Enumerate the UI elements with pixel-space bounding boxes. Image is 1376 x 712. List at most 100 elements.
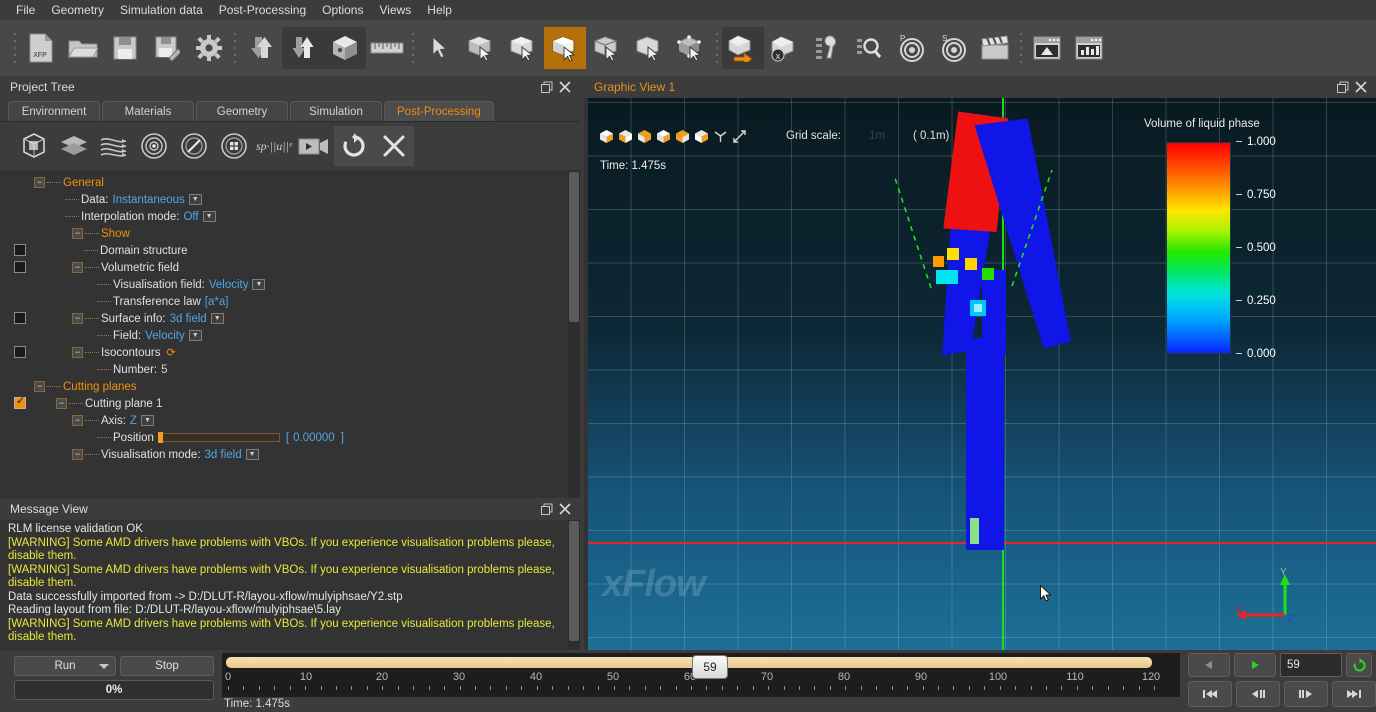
select-edge-cube-icon[interactable] xyxy=(502,27,544,69)
vortex-rings-icon[interactable] xyxy=(134,126,174,166)
tree-node-surface-info[interactable]: − Surface info: 3d field ▼ xyxy=(0,310,580,327)
playback-last-frame-button[interactable] xyxy=(1332,681,1376,707)
close-icon[interactable] xyxy=(556,78,574,96)
tree-node-value[interactable]: 5 xyxy=(161,364,167,376)
import-down-arrow-icon[interactable] xyxy=(240,27,282,69)
chevron-down-icon[interactable]: ▼ xyxy=(188,194,202,205)
chevron-down-icon[interactable]: ▼ xyxy=(245,449,259,460)
tree-node-value[interactable]: Instantaneous xyxy=(113,194,185,206)
tree-node-value[interactable]: Velocity xyxy=(209,279,249,291)
chevron-down-icon[interactable]: ▼ xyxy=(252,279,266,290)
geometry-cube-icon[interactable] xyxy=(324,27,366,69)
streamlines-icon[interactable] xyxy=(94,126,134,166)
message-view-log[interactable]: RLM license validation OK [WARNING] Some… xyxy=(0,520,580,650)
select-volume-cube-icon[interactable] xyxy=(586,27,628,69)
timeline[interactable]: 0 10 20 30 40 50 60 70 80 90 100 110 120… xyxy=(222,653,1180,697)
scrollbar-thumb[interactable] xyxy=(569,521,579,641)
select-body-cube-icon[interactable] xyxy=(544,27,586,69)
run-mode-select[interactable]: Run xyxy=(14,656,116,676)
tree-node-visualisation-mode[interactable]: − Visualisation mode: 3d field ▼ xyxy=(0,446,580,463)
checkbox-surface-info[interactable] xyxy=(14,312,26,324)
playback-prev-button[interactable] xyxy=(1188,653,1230,677)
menu-item-geometry[interactable]: Geometry xyxy=(43,1,112,19)
tree-node-cutting-plane-1[interactable]: − Cutting plane 1 xyxy=(0,395,580,412)
primary-target-icon[interactable]: P xyxy=(890,27,932,69)
tree-node-data[interactable]: Data: Instantaneous ▼ xyxy=(0,191,580,208)
view-front-icon[interactable] xyxy=(617,128,633,144)
volume-render-icon[interactable] xyxy=(214,126,254,166)
new-project-xfp-icon[interactable]: XFP xyxy=(20,27,62,69)
tree-node-general[interactable]: − General xyxy=(0,174,580,191)
expander-icon[interactable]: − xyxy=(56,398,67,409)
expander-icon[interactable]: − xyxy=(72,347,83,358)
expander-icon[interactable]: − xyxy=(72,415,83,426)
position-slider[interactable] xyxy=(157,432,280,443)
menu-item-file[interactable]: File xyxy=(8,1,43,19)
view-top-icon[interactable] xyxy=(655,128,671,144)
restore-icon[interactable] xyxy=(538,500,556,518)
expander-icon[interactable]: − xyxy=(72,449,83,460)
save-as-floppy-icon[interactable] xyxy=(146,27,188,69)
settings-gear-icon[interactable] xyxy=(188,27,230,69)
chevron-down-icon[interactable]: ▼ xyxy=(188,330,202,341)
playback-first-frame-button[interactable] xyxy=(1188,681,1232,707)
message-view-scrollbar[interactable] xyxy=(568,520,580,650)
view-bottom-icon[interactable] xyxy=(674,128,690,144)
secondary-target-icon[interactable]: S xyxy=(932,27,974,69)
chevron-down-icon[interactable] xyxy=(99,664,109,669)
tab-environment[interactable]: Environment xyxy=(8,101,100,121)
open-folder-icon[interactable] xyxy=(62,27,104,69)
menu-item-simulation-data[interactable]: Simulation data xyxy=(112,1,211,19)
view-fit-icon[interactable] xyxy=(731,128,747,144)
tab-geometry[interactable]: Geometry xyxy=(196,101,288,121)
tree-node-show[interactable]: − Show xyxy=(0,225,580,242)
tree-node-value[interactable]: Velocity xyxy=(145,330,185,342)
tree-node-value[interactable]: Off xyxy=(183,211,198,223)
stop-button[interactable]: Stop xyxy=(120,656,214,676)
no-display-icon[interactable] xyxy=(174,126,214,166)
tree-node-isocontours[interactable]: − Isocontours ⟳ xyxy=(0,344,580,361)
close-x-icon[interactable] xyxy=(374,126,414,166)
tab-post-processing[interactable]: Post-Processing xyxy=(384,101,494,121)
expander-icon[interactable]: − xyxy=(72,228,83,239)
isocontours-refresh-icon[interactable]: ⟳ xyxy=(166,346,175,359)
tools-wrench-icon[interactable] xyxy=(806,27,848,69)
menu-item-views[interactable]: Views xyxy=(371,1,419,19)
plot-view-window-icon[interactable] xyxy=(1068,27,1110,69)
chevron-down-icon[interactable]: ▼ xyxy=(140,415,154,426)
slider-knob[interactable] xyxy=(157,432,163,443)
menu-item-help[interactable]: Help xyxy=(419,1,460,19)
tree-node-value[interactable]: Z xyxy=(130,415,137,427)
viewport-3d[interactable]: Grid scale: 1m ( 0.1m) Time: 1.475s Volume… xyxy=(588,98,1376,650)
checkbox-domain-structure[interactable] xyxy=(14,244,26,256)
loop-icon[interactable] xyxy=(1346,653,1372,677)
close-icon[interactable] xyxy=(556,500,574,518)
menu-item-post-processing[interactable]: Post-Processing xyxy=(211,1,314,19)
delete-geometry-icon[interactable]: x xyxy=(764,27,806,69)
menu-item-options[interactable]: Options xyxy=(314,1,371,19)
save-floppy-icon[interactable] xyxy=(104,27,146,69)
close-icon[interactable] xyxy=(1352,78,1370,96)
zoom-inspect-icon[interactable] xyxy=(848,27,890,69)
tree-node-volumetric-field[interactable]: − Volumetric field xyxy=(0,259,580,276)
tree-node-value[interactable]: 3d field xyxy=(205,449,242,461)
position-value[interactable]: 0.00000 xyxy=(293,432,335,444)
expander-icon[interactable]: − xyxy=(34,381,45,392)
tree-node-position[interactable]: Position [ 0.00000 ] xyxy=(0,429,580,446)
sp-norm-u-icon[interactable]: sp·||u||ᵉ xyxy=(254,126,294,166)
view-back-icon[interactable] xyxy=(693,128,709,144)
tree-node-axis[interactable]: − Axis: Z ▼ xyxy=(0,412,580,429)
checkbox-isocontours[interactable] xyxy=(14,346,26,358)
scrollbar-thumb[interactable] xyxy=(569,172,579,322)
select-solid-cube-icon[interactable] xyxy=(628,27,670,69)
restore-icon[interactable] xyxy=(1334,78,1352,96)
tree-node-cutting-planes[interactable]: − Cutting planes xyxy=(0,378,580,395)
movie-clapper-icon[interactable] xyxy=(974,27,1016,69)
chevron-down-icon[interactable]: ▼ xyxy=(210,313,224,324)
playback-step-forward-button[interactable] xyxy=(1284,681,1328,707)
expander-icon[interactable]: − xyxy=(72,262,83,273)
playback-step-back-button[interactable] xyxy=(1236,681,1280,707)
timeline-track[interactable] xyxy=(226,657,1152,668)
checkbox-cutting-plane-1[interactable] xyxy=(14,395,26,409)
select-pointer-icon[interactable] xyxy=(418,27,460,69)
